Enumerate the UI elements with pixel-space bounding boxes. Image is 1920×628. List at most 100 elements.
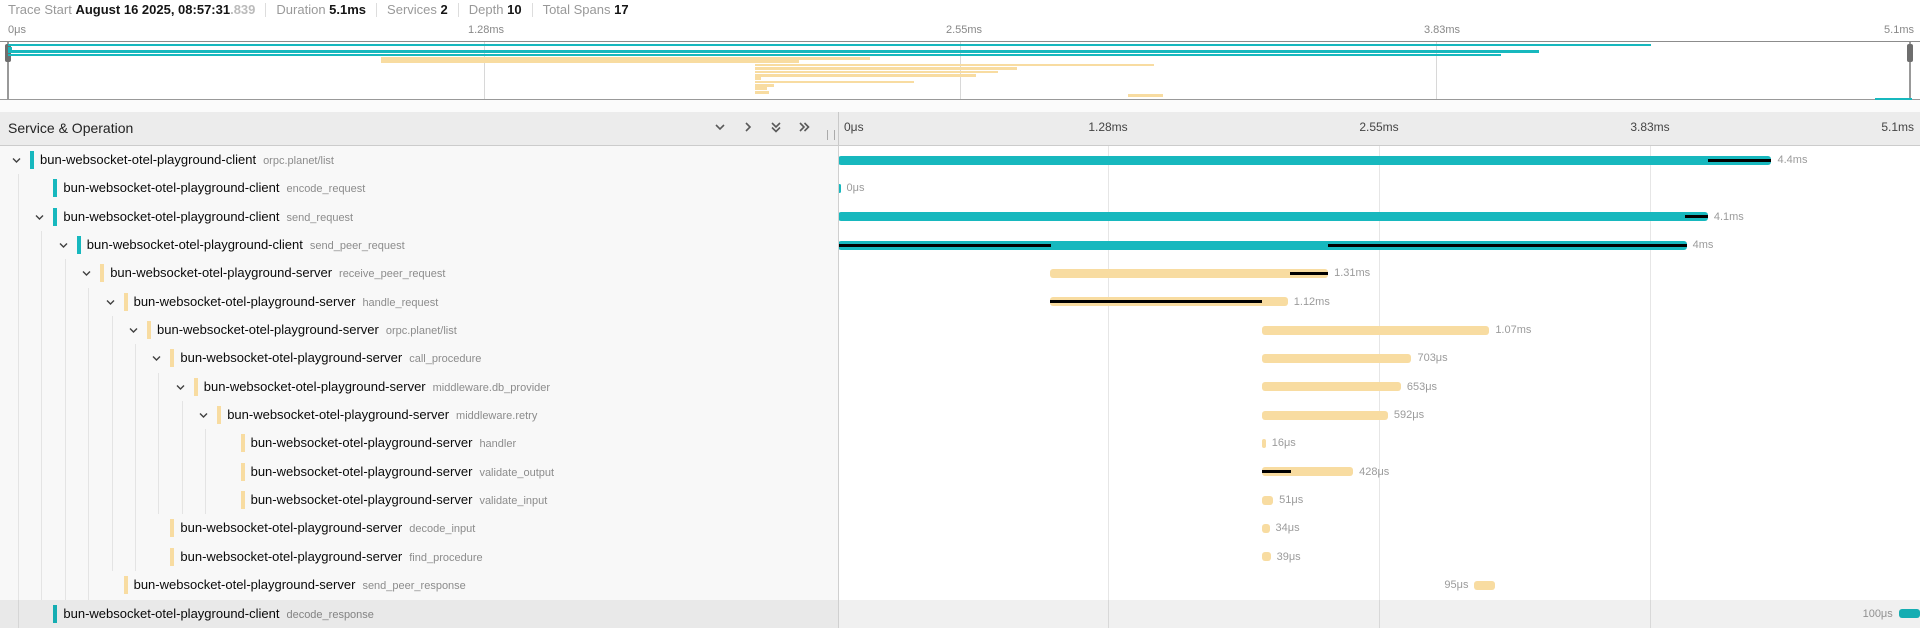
span-name-cell[interactable]: bun-websocket-otel-playground-serverdeco…	[0, 514, 838, 542]
span-duration-bar[interactable]	[1262, 326, 1489, 335]
span-row[interactable]: bun-websocket-otel-playground-clientsend…	[0, 203, 1920, 231]
span-row[interactable]: bun-websocket-otel-playground-clientorpc…	[0, 146, 1920, 174]
critical-path-segment	[1290, 272, 1328, 275]
span-name-cell[interactable]: bun-websocket-otel-playground-serverfind…	[0, 543, 838, 571]
service-name: bun-websocket-otel-playground-client	[87, 237, 303, 252]
service-color-bar	[170, 349, 174, 367]
tree-guide-line	[88, 401, 89, 429]
span-name-cell[interactable]: bun-websocket-otel-playground-server hand…	[0, 429, 838, 457]
operation-name: handler	[479, 438, 516, 450]
span-duration-bar[interactable]	[1050, 269, 1328, 278]
span-name-cell[interactable]: bun-websocket-otel-playground-clientorpc…	[0, 146, 838, 174]
span-duration-bar[interactable]	[1262, 524, 1269, 533]
span-name-cell[interactable]: bun-websocket-otel-playground-servermidd…	[0, 373, 838, 401]
chevron-down-icon[interactable]	[34, 212, 45, 223]
span-duration-label: 95μs	[1444, 571, 1468, 599]
tree-guide-line	[158, 458, 159, 486]
span-duration-bar[interactable]	[1262, 354, 1411, 363]
span-row[interactable]: bun-websocket-otel-playground-clientdeco…	[0, 600, 1920, 628]
critical-path-segment	[1328, 244, 1687, 247]
expand-all-icon[interactable]	[768, 119, 784, 135]
span-name-cell[interactable]: bun-websocket-otel-playground-clientsend…	[0, 231, 838, 259]
tree-guide-line	[158, 373, 159, 401]
service-color-bar	[170, 519, 174, 537]
minimap-tick: 1.28ms	[468, 24, 504, 36]
chevron-down-icon[interactable]	[151, 353, 162, 364]
span-duration-bar[interactable]	[1262, 552, 1270, 561]
span-name-cell[interactable]: bun-websocket-otel-playground-serverhand…	[0, 288, 838, 316]
minimap-tick: 5.1ms	[1884, 24, 1914, 36]
span-name-cell[interactable]: bun-websocket-otel-playground-servercall…	[0, 344, 838, 372]
timeline-tick: 3.83ms	[1630, 120, 1669, 134]
span-duration-bar[interactable]	[1262, 439, 1265, 448]
span-duration-bar[interactable]	[1899, 609, 1920, 618]
span-duration-bar[interactable]	[838, 241, 1687, 250]
timeline-minimap[interactable]: 0μs 1.28ms 2.55ms 3.83ms 5.1ms	[0, 20, 1920, 100]
trace-depth: Depth 10	[458, 3, 532, 17]
service-color-bar	[194, 378, 198, 396]
column-resize-grip-icon[interactable]	[827, 130, 835, 140]
span-row[interactable]: bun-websocket-otel-playground-serverhand…	[0, 288, 1920, 316]
span-name-cell[interactable]: bun-websocket-otel-playground-servervali…	[0, 458, 838, 486]
span-duration-label: 1.07ms	[1495, 316, 1531, 344]
span-row[interactable]: bun-websocket-otel-playground-serversend…	[0, 571, 1920, 599]
service-name: bun-websocket-otel-playground-server	[251, 435, 473, 450]
tree-guide-line	[65, 316, 66, 344]
span-duration-bar[interactable]	[1262, 496, 1273, 505]
span-duration-label: 34μs	[1276, 514, 1300, 542]
span-row[interactable]: bun-websocket-otel-playground-servervali…	[0, 458, 1920, 486]
chevron-down-icon[interactable]	[58, 240, 69, 251]
collapse-one-level-icon[interactable]	[740, 119, 756, 135]
span-duration-bar[interactable]	[1050, 297, 1288, 306]
operation-name: validate_output	[479, 467, 554, 479]
tree-guide-line	[112, 486, 113, 514]
span-name-cell[interactable]: bun-websocket-otel-playground-servervali…	[0, 486, 838, 514]
span-name-cell[interactable]: bun-websocket-otel-playground-clientdeco…	[0, 600, 838, 628]
span-name-cell[interactable]: bun-websocket-otel-playground-clientsend…	[0, 203, 838, 231]
chevron-down-icon[interactable]	[198, 410, 209, 421]
tree-guide-line	[135, 543, 136, 571]
span-row[interactable]: bun-websocket-otel-playground-serverorpc…	[0, 316, 1920, 344]
span-name-cell[interactable]: bun-websocket-otel-playground-serverorpc…	[0, 316, 838, 344]
minimap-canvas[interactable]	[0, 41, 1920, 100]
span-row[interactable]: bun-websocket-otel-playground-serverrece…	[0, 259, 1920, 287]
span-row[interactable]: bun-websocket-otel-playground-serverdeco…	[0, 514, 1920, 542]
tree-guide-line	[182, 458, 183, 486]
service-color-bar	[30, 151, 34, 169]
tree-guide-line	[205, 458, 206, 486]
chevron-down-icon[interactable]	[105, 297, 116, 308]
span-row[interactable]: bun-websocket-otel-playground-servervali…	[0, 486, 1920, 514]
span-name-cell[interactable]: bun-websocket-otel-playground-clientenco…	[0, 174, 838, 202]
span-row[interactable]: bun-websocket-otel-playground-server hand…	[0, 429, 1920, 457]
span-row[interactable]: bun-websocket-otel-playground-servermidd…	[0, 401, 1920, 429]
chevron-down-icon[interactable]	[81, 268, 92, 279]
span-duration-bar[interactable]	[1262, 411, 1388, 420]
span-name-cell[interactable]: bun-websocket-otel-playground-servermidd…	[0, 401, 838, 429]
column-divider[interactable]	[838, 112, 839, 145]
span-name-cell[interactable]: bun-websocket-otel-playground-serversend…	[0, 571, 838, 599]
minimap-span-bar	[755, 67, 1017, 70]
span-row[interactable]: bun-websocket-otel-playground-serverfind…	[0, 543, 1920, 571]
expand-one-level-icon[interactable]	[712, 119, 728, 135]
chevron-down-icon[interactable]	[175, 382, 186, 393]
minimap-span-bar	[1128, 94, 1163, 97]
span-duration-bar[interactable]	[1474, 581, 1494, 590]
span-duration-bar[interactable]	[1262, 382, 1401, 391]
span-row[interactable]: bun-websocket-otel-playground-servercall…	[0, 344, 1920, 372]
tree-guide-line	[18, 203, 19, 231]
collapse-all-icon[interactable]	[796, 119, 812, 135]
span-duration-bar[interactable]	[1262, 467, 1353, 476]
column-divider[interactable]	[838, 146, 839, 628]
tree-guide-line	[18, 486, 19, 514]
chevron-down-icon[interactable]	[128, 325, 139, 336]
span-row[interactable]: bun-websocket-otel-playground-servermidd…	[0, 373, 1920, 401]
span-name-cell[interactable]: bun-websocket-otel-playground-serverrece…	[0, 259, 838, 287]
operation-name: send_request	[286, 212, 353, 224]
span-row[interactable]: bun-websocket-otel-playground-clientenco…	[0, 174, 1920, 202]
span-row[interactable]: bun-websocket-otel-playground-clientsend…	[0, 231, 1920, 259]
tree-guide-line	[18, 458, 19, 486]
span-duration-label: 16μs	[1272, 429, 1296, 457]
span-duration-bar[interactable]	[838, 212, 1708, 221]
chevron-down-icon[interactable]	[11, 155, 22, 166]
span-duration-bar[interactable]	[838, 156, 1771, 165]
